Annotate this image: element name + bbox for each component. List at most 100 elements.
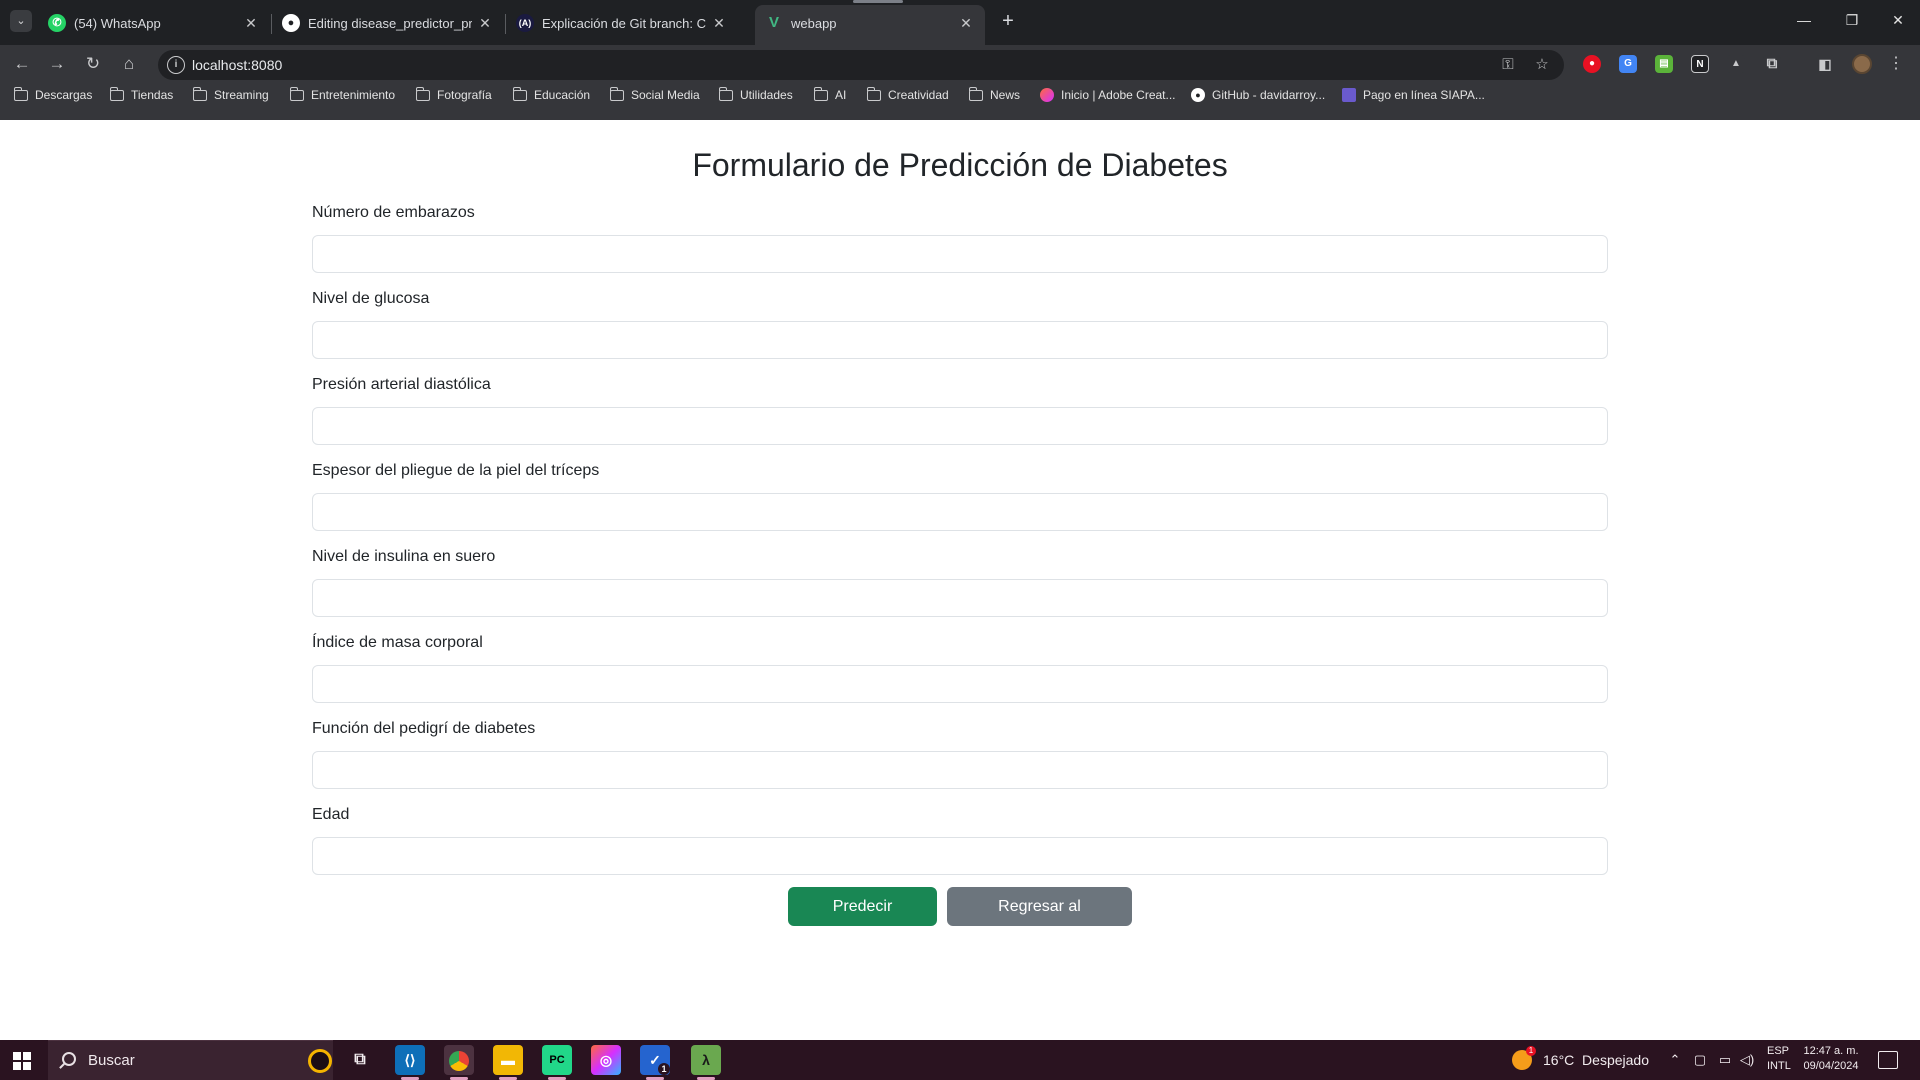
chrome-icon[interactable] xyxy=(444,1045,474,1080)
meet-now-icon[interactable]: ▢ xyxy=(1691,1051,1709,1069)
close-icon[interactable]: ✕ xyxy=(242,14,260,32)
field-label: Espesor del pliegue de la piel del tríce… xyxy=(312,462,600,479)
close-icon[interactable]: ✕ xyxy=(957,14,975,32)
pedigree-input[interactable] xyxy=(312,751,1608,789)
close-icon[interactable]: ✕ xyxy=(710,14,728,32)
network-icon[interactable]: ▭ xyxy=(1716,1051,1734,1069)
field-age: Edad xyxy=(312,803,1608,875)
restore-icon[interactable]: ❐ xyxy=(1838,8,1866,32)
pycharm-icon[interactable]: PC xyxy=(542,1045,572,1080)
reload-icon[interactable]: ↻ xyxy=(80,51,106,77)
field-label: Presión arterial diastólica xyxy=(312,376,491,393)
extension-dark-icon[interactable]: ▲ xyxy=(1727,55,1745,73)
bookmark-folder[interactable]: Descargas xyxy=(13,85,93,105)
password-key-icon[interactable]: ⚿ xyxy=(1498,55,1518,75)
blood-pressure-input[interactable] xyxy=(312,407,1608,445)
page-content: Formulario de Predicción de Diabetes Núm… xyxy=(0,120,1920,1040)
field-blood-pressure: Presión arterial diastólica xyxy=(312,373,1608,445)
field-label: Índice de masa corporal xyxy=(312,634,483,651)
folder-icon xyxy=(415,86,430,101)
alura-icon: (A) xyxy=(516,14,534,32)
creative-cloud-icon[interactable]: ◎ xyxy=(591,1045,621,1075)
tab-search-button[interactable]: ⌄ xyxy=(10,10,32,32)
app-green-icon[interactable]: λ xyxy=(691,1045,721,1080)
close-window-icon[interactable]: ✕ xyxy=(1884,8,1912,32)
predict-diabetes-button[interactable]: Predecir Diabetes xyxy=(788,887,937,954)
language-line1: ESP xyxy=(1767,1045,1790,1057)
bookmark-label: Descargas xyxy=(35,88,93,102)
bmi-input[interactable] xyxy=(312,665,1608,703)
file-explorer-icon[interactable]: ▬ xyxy=(493,1045,523,1080)
site-info-icon[interactable]: i xyxy=(167,56,185,74)
bookmark-label: Fotografía xyxy=(437,88,492,102)
clock-date: 09/04/2024 xyxy=(1803,1060,1859,1072)
tab-git-branch[interactable]: (A) Explicación de Git branch: Cóm ✕ xyxy=(506,5,738,45)
tab-github[interactable]: ● Editing disease_predictor_proje ✕ xyxy=(272,5,504,45)
tab-title: Explicación de Git branch: Cóm xyxy=(542,16,706,31)
bookmark-siapa[interactable]: Pago en línea SIAPA... xyxy=(1342,85,1485,105)
weather-badge: 1 xyxy=(1526,1046,1536,1056)
taskbar-search[interactable]: Buscar xyxy=(48,1040,333,1080)
bookmark-github[interactable]: ● GitHub - davidarroy... xyxy=(1191,85,1325,105)
age-input[interactable] xyxy=(312,837,1608,875)
bookmark-folder[interactable]: Utilidades xyxy=(718,85,793,105)
pregnancies-input[interactable] xyxy=(312,235,1608,273)
bookmark-folder[interactable]: Social Media xyxy=(609,85,700,105)
bookmark-label: Inicio | Adobe Creat... xyxy=(1061,88,1176,102)
menu-kebab-icon[interactable]: ⋮ xyxy=(1888,53,1904,75)
notion-icon[interactable]: N xyxy=(1691,55,1709,73)
volume-icon[interactable]: ◁) xyxy=(1738,1051,1756,1069)
bookmark-label: Creatividad xyxy=(888,88,949,102)
forward-icon[interactable]: → xyxy=(44,51,70,77)
address-bar[interactable]: i localhost:8080 ⚿ ☆ xyxy=(158,50,1564,80)
back-to-dashboard-button[interactable]: Regresar al Dashboard xyxy=(947,887,1132,954)
extensions-puzzle-icon[interactable]: ⧉ xyxy=(1763,55,1781,73)
bookmark-label: Social Media xyxy=(631,88,700,102)
todo-icon[interactable]: ✓ 1 xyxy=(640,1045,670,1080)
field-pregnancies: Número de embarazos xyxy=(312,201,1608,273)
home-icon[interactable]: ⌂ xyxy=(116,51,142,77)
minimize-icon[interactable]: — xyxy=(1790,8,1818,32)
bookmark-folder[interactable]: AI xyxy=(813,85,846,105)
tab-strip: ⌄ ✆ (54) WhatsApp ✕ ● Editing disease_pr… xyxy=(0,0,1920,45)
bookmark-label: GitHub - davidarroy... xyxy=(1212,88,1326,102)
folder-icon xyxy=(813,86,828,101)
notifications-icon[interactable] xyxy=(1878,1051,1898,1069)
close-icon[interactable]: ✕ xyxy=(476,14,494,32)
vscode-icon[interactable]: ⟨⟩ xyxy=(395,1045,425,1080)
clock[interactable]: 12:47 a. m. 09/04/2024 xyxy=(1801,1044,1861,1074)
side-panel-icon[interactable]: ◧ xyxy=(1816,55,1834,73)
bookmark-folder[interactable]: Streaming xyxy=(192,85,269,105)
adobe-cloud-icon xyxy=(1040,88,1054,102)
extension-red-icon[interactable]: ● xyxy=(1583,55,1601,73)
language-indicator[interactable]: ESP INTL xyxy=(1767,1044,1791,1074)
bookmark-folder[interactable]: Creatividad xyxy=(866,85,949,105)
insulin-input[interactable] xyxy=(312,579,1608,617)
folder-icon xyxy=(866,86,881,101)
new-tab-button[interactable]: + xyxy=(996,9,1020,33)
bookmark-star-icon[interactable]: ☆ xyxy=(1532,55,1552,75)
translate-icon[interactable]: G xyxy=(1619,55,1637,73)
siapa-icon xyxy=(1342,88,1356,102)
windows-start-icon[interactable] xyxy=(13,1052,31,1070)
tab-webapp[interactable]: V webapp ✕ xyxy=(755,0,985,45)
back-icon[interactable]: ← xyxy=(9,51,35,77)
bookmark-adobe[interactable]: Inicio | Adobe Creat... xyxy=(1040,85,1176,105)
bookmark-label: Utilidades xyxy=(740,88,793,102)
bookmark-folder[interactable]: Fotografía xyxy=(415,85,492,105)
chevron-up-icon[interactable]: ⌃ xyxy=(1666,1051,1684,1069)
glucose-input[interactable] xyxy=(312,321,1608,359)
bookmark-folder[interactable]: Tiendas xyxy=(109,85,173,105)
weather-text[interactable]: 16°C Despejado xyxy=(1543,1040,1649,1080)
field-label: Edad xyxy=(312,806,350,823)
skin-thickness-input[interactable] xyxy=(312,493,1608,531)
profile-avatar[interactable] xyxy=(1852,54,1872,74)
bookmark-folder[interactable]: Educación xyxy=(512,85,590,105)
bookmark-folder[interactable]: News xyxy=(968,85,1020,105)
field-label: Nivel de insulina en suero xyxy=(312,548,496,565)
bookmark-folder[interactable]: Entretenimiento xyxy=(289,85,395,105)
extension-green-icon[interactable]: ▤ xyxy=(1655,55,1673,73)
github-icon: ● xyxy=(1191,88,1205,102)
task-view-icon[interactable]: ⧉ xyxy=(345,1045,375,1075)
tab-whatsapp[interactable]: ✆ (54) WhatsApp ✕ xyxy=(38,5,270,45)
